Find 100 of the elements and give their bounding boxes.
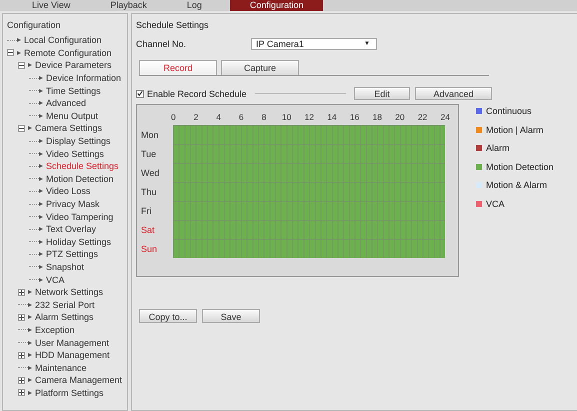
expand-icon[interactable] (18, 352, 25, 359)
field-label: Channel No. (136, 39, 188, 49)
nav-tab[interactable]: Configuration (230, 0, 324, 11)
nav-tab[interactable]: Log (166, 0, 222, 11)
hour-label: 22 (416, 112, 428, 122)
nav-tab[interactable]: Live View (12, 0, 90, 11)
triangle-icon (39, 114, 43, 118)
hour-label: 6 (238, 112, 245, 122)
tree-item[interactable]: Privacy Mask (39, 199, 100, 210)
hour-label: 24 (439, 112, 451, 122)
tree-item[interactable]: Holiday Settings (39, 236, 112, 247)
day-label: Thu (140, 186, 158, 196)
tree-item[interactable]: User Management (28, 338, 110, 348)
tree-item[interactable]: PTZ Settings (39, 249, 98, 260)
tab[interactable]: Record (139, 60, 217, 75)
triangle-icon (39, 76, 43, 80)
day-label: Wed (140, 168, 160, 178)
triangle-icon (39, 264, 43, 269)
triangle-icon (39, 152, 43, 156)
triangle-icon (39, 139, 43, 144)
triangle-icon (39, 214, 43, 219)
expand-icon[interactable] (18, 389, 25, 396)
triangle-icon (39, 227, 43, 232)
checkbox-label: Enable Record Schedule (147, 88, 247, 98)
expand-icon[interactable] (18, 314, 25, 321)
triangle-icon (28, 315, 32, 320)
collapse-icon[interactable] (18, 124, 25, 132)
triangle-icon (39, 101, 43, 106)
day-label: Sat (140, 224, 156, 234)
toolbar-button[interactable]: Edit (354, 87, 410, 100)
checkbox[interactable] (136, 90, 144, 98)
day-label: Mon (140, 130, 160, 140)
collapse-icon[interactable] (18, 62, 25, 69)
tree-item[interactable]: Remote Configuration (17, 48, 112, 58)
tree-item[interactable]: Local Configuration (17, 35, 102, 46)
triangle-icon (28, 340, 32, 345)
tree-item[interactable]: Motion Detection (39, 174, 114, 184)
tree-item[interactable]: Menu Output (39, 110, 98, 121)
legend-label: Motion Detection (486, 162, 554, 172)
hour-label: 4 (215, 112, 222, 122)
triangle-icon (28, 302, 32, 307)
tree-item[interactable]: Display Settings (39, 136, 111, 146)
expand-icon[interactable] (18, 376, 25, 384)
legend-label: Alarm (486, 143, 510, 153)
tree-item[interactable]: Video Settings (39, 148, 104, 159)
tree-item[interactable]: Camera Management (28, 375, 122, 386)
expand-icon[interactable] (18, 288, 25, 296)
hour-label: 14 (326, 112, 338, 122)
triangle-icon (28, 366, 32, 370)
triangle-icon (39, 278, 43, 282)
page-title: Schedule Settings (136, 20, 210, 30)
tree-item[interactable]: Snapshot (39, 262, 84, 272)
hour-label: 10 (280, 112, 292, 122)
tree-item[interactable]: Video Loss (39, 186, 90, 196)
triangle-icon (28, 390, 32, 395)
tree-item[interactable]: Video Tampering (39, 212, 114, 222)
collapse-icon[interactable] (7, 49, 14, 56)
triangle-icon (28, 353, 32, 358)
toolbar-button[interactable]: Advanced (415, 87, 492, 100)
tab[interactable]: Capture (221, 60, 299, 75)
tree-item[interactable]: Text Overlay (39, 224, 96, 234)
tree-item[interactable]: Maintenance (28, 362, 87, 373)
triangle-icon (39, 252, 43, 256)
legend-label: VCA (486, 198, 505, 208)
tree-item[interactable]: Time Settings (39, 86, 101, 96)
hour-label: 18 (372, 112, 383, 122)
action-button[interactable]: Save (202, 309, 260, 323)
triangle-icon (17, 50, 21, 55)
triangle-icon (17, 38, 21, 42)
day-label: Tue (140, 148, 158, 158)
tree-item[interactable]: Device Information (39, 73, 122, 84)
triangle-icon (28, 328, 32, 332)
tree-item[interactable]: Schedule Settings (39, 161, 119, 172)
hour-label: 0 (170, 112, 177, 122)
hour-label: 20 (394, 112, 406, 122)
tree-item[interactable]: Exception (28, 324, 75, 335)
tree-item[interactable]: Network Settings (28, 287, 104, 298)
day-label: Fri (140, 206, 152, 216)
triangle-icon (28, 63, 32, 68)
legend-label: Motion | Alarm (486, 124, 544, 134)
tree-item[interactable]: Advanced (39, 98, 86, 108)
tree-item[interactable]: Alarm Settings (28, 312, 94, 322)
triangle-icon (39, 240, 43, 244)
triangle-icon (28, 290, 32, 294)
tree-item[interactable]: Camera Settings (28, 123, 102, 134)
triangle-icon (28, 378, 32, 382)
tree-item[interactable]: VCA (39, 274, 65, 285)
legend-label: Motion & Alarm (486, 180, 548, 190)
triangle-icon (28, 126, 32, 130)
nav-tab[interactable]: Playback (90, 0, 167, 11)
hour-label: 8 (260, 112, 268, 122)
tree-item[interactable]: 232 Serial Port (28, 300, 95, 310)
tree-item[interactable]: Device Parameters (28, 60, 112, 70)
triangle-icon (39, 88, 43, 93)
tree-item[interactable]: HDD Management (28, 350, 110, 360)
tree-item[interactable]: Platform Settings (28, 388, 104, 398)
day-label: Sun (140, 244, 158, 254)
action-button[interactable]: Copy to... (139, 309, 197, 323)
triangle-icon (39, 202, 43, 206)
hour-label: 12 (304, 112, 315, 122)
